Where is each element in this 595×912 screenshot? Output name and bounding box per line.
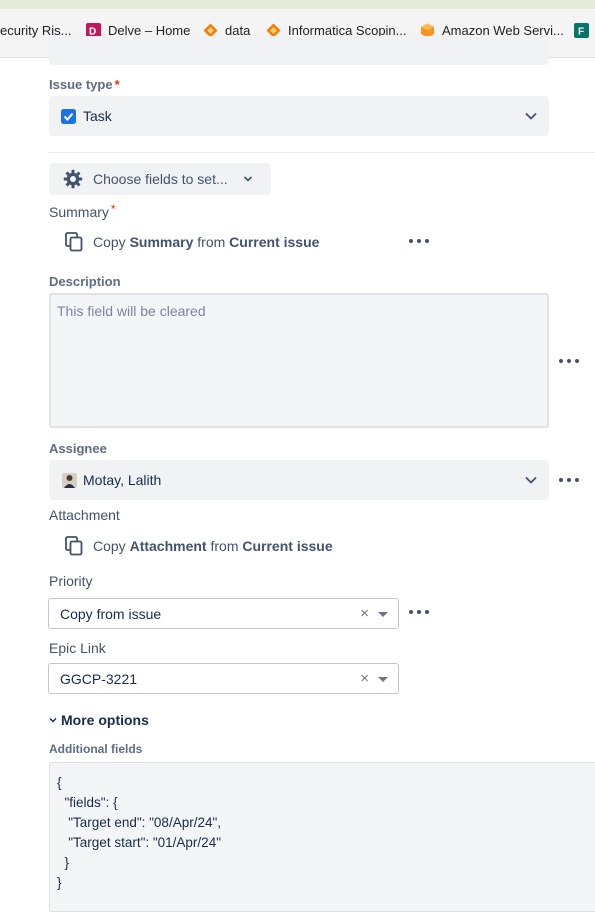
code-line: { [57, 775, 62, 790]
caret-down-icon[interactable] [378, 677, 388, 682]
chevron-down-icon [525, 476, 537, 484]
code-line: } [57, 855, 70, 870]
choose-fields-button[interactable]: Choose fields to set... [49, 163, 271, 195]
task-checkbox-icon [61, 108, 76, 124]
avatar [62, 472, 77, 488]
additional-fields-editor[interactable]: { "fields": { "Target end": "08/Apr/24",… [49, 762, 595, 912]
description-more-icon[interactable] [559, 358, 579, 364]
svg-text:F: F [578, 26, 584, 37]
issue-type-label: Issue type * [49, 77, 120, 92]
bookmark-forms[interactable]: F [574, 20, 595, 40]
assignee-label: Assignee [49, 441, 107, 456]
clear-icon[interactable]: × [360, 670, 369, 687]
epic-link-select[interactable]: GGCP-3221 × [48, 663, 399, 694]
summary-more-icon[interactable] [409, 238, 429, 244]
section-divider [49, 152, 595, 153]
summary-copy-row[interactable]: Copy Summary from Current issue [65, 231, 319, 253]
summary-label: Summary * [49, 202, 116, 220]
priority-more-icon[interactable] [409, 609, 429, 615]
issue-type-select[interactable]: Task [49, 96, 549, 136]
assignee-select[interactable]: Motay, Lalith [49, 460, 549, 500]
priority-select[interactable]: Copy from issue × [48, 598, 399, 629]
description-textarea[interactable]: This field will be cleared [49, 293, 549, 428]
code-line: } [57, 875, 62, 890]
gear-icon [63, 169, 83, 189]
attachment-label: Attachment [49, 507, 120, 523]
code-line: "fields": { [57, 795, 118, 810]
priority-label: Priority [49, 573, 93, 589]
additional-fields-label: Additional fields [49, 742, 143, 756]
code-line: "Target end": "08/Apr/24", [57, 815, 222, 830]
more-options-toggle[interactable]: More options [49, 712, 149, 728]
assignee-more-icon[interactable] [559, 477, 579, 483]
chevron-down-icon [525, 112, 537, 120]
copy-icon [65, 232, 83, 252]
attachment-copy-row[interactable]: Copy Attachment from Current issue [65, 535, 333, 557]
clear-icon[interactable]: × [360, 605, 369, 622]
forms-icon: F [574, 22, 589, 38]
epic-link-label: Epic Link [49, 640, 106, 656]
copy-icon [65, 536, 83, 556]
description-label: Description [49, 274, 121, 289]
code-line: "Target start": "01/Apr/24" [57, 835, 221, 850]
chevron-down-icon [49, 716, 57, 724]
previous-field[interactable] [49, 36, 549, 65]
chevron-down-icon [242, 173, 254, 185]
caret-down-icon[interactable] [378, 612, 388, 617]
